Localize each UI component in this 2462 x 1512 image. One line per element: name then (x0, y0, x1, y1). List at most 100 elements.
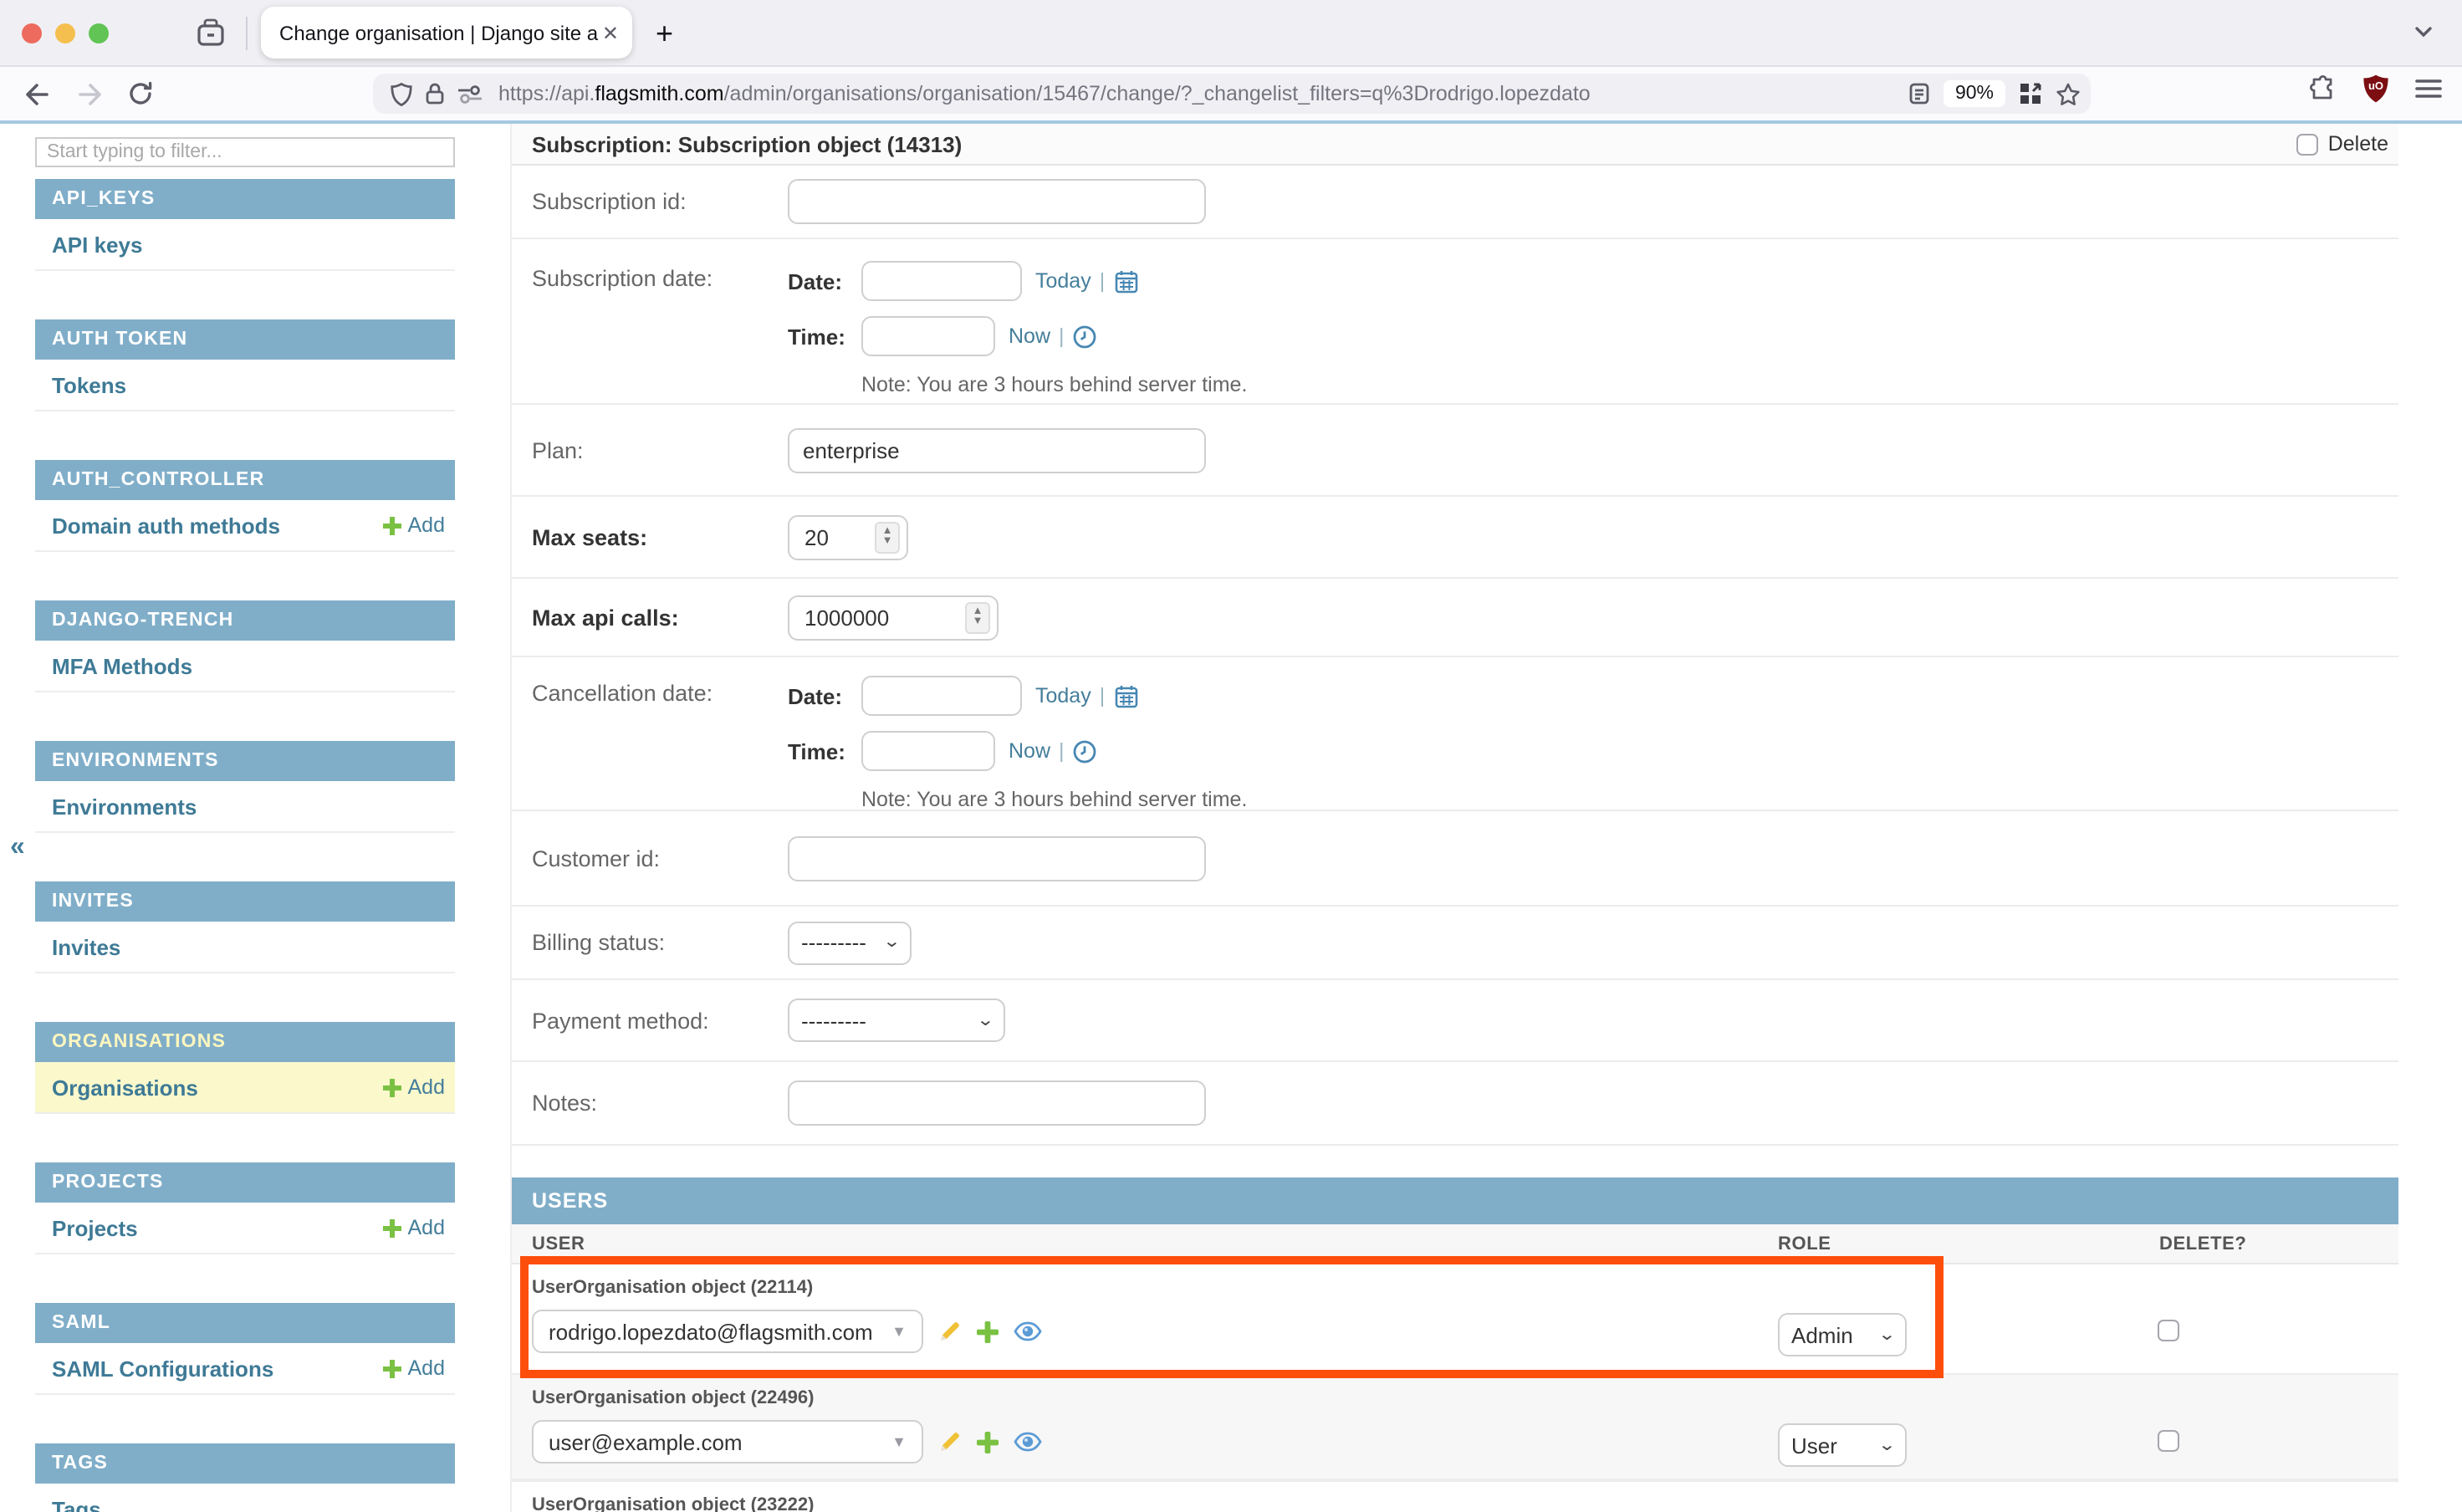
ublock-origin-icon[interactable]: uO (2362, 74, 2390, 104)
sidebar-item-invites[interactable]: Invites (35, 922, 455, 973)
section-header: TAGS (35, 1443, 455, 1484)
inline-object-header: Subscription: Subscription object (14313… (512, 124, 2398, 166)
sidebar-item-saml-configurations[interactable]: SAML Configurations Add (35, 1343, 455, 1395)
sidebar-item-mfa-methods[interactable]: MFA Methods (35, 641, 455, 692)
calendar-icon[interactable] (1113, 683, 1138, 708)
user-select[interactable]: user@example.com▼ (532, 1420, 923, 1463)
chevron-down-icon: ⌄ (1877, 1326, 1896, 1344)
add-link[interactable]: Add (383, 1216, 446, 1239)
sidebar-item-organisations[interactable]: Organisations Add (35, 1062, 455, 1114)
url-bar[interactable]: https://api.flagsmith.com/admin/organisa… (373, 74, 2091, 114)
sidebar-item-tokens[interactable]: Tokens (35, 360, 455, 411)
user-select[interactable]: rodrigo.lopezdato@flagsmith.com▼ (532, 1310, 923, 1353)
section-environments: ENVIRONMENTS Environments (35, 741, 455, 833)
section-header: SAML (35, 1303, 455, 1343)
menu-hamburger-icon[interactable] (2415, 77, 2442, 100)
section-header: ENVIRONMENTS (35, 741, 455, 781)
column-header-delete: DELETE? (2159, 1234, 2246, 1254)
fullscreen-icon[interactable] (2019, 82, 2042, 105)
payment-method-select[interactable]: ---------⌄ (788, 999, 1005, 1042)
add-related-plus-icon[interactable] (977, 1431, 999, 1453)
field-row-cancellation-date: Cancellation date: Date: Today| Time: No… (512, 657, 2398, 811)
list-all-tabs-icon[interactable] (2412, 20, 2435, 43)
reader-mode-icon[interactable] (1908, 82, 1930, 105)
sidebar-filter-input[interactable] (35, 137, 455, 167)
users-inline-module: USERS USER ROLE DELETE? UserOrganisation… (512, 1177, 2398, 1512)
today-link[interactable]: Today (1035, 684, 1091, 707)
delete-subscription-checkbox[interactable] (2296, 133, 2318, 155)
sidebar-item-api-keys[interactable]: API keys (35, 219, 455, 271)
tab-close-icon[interactable]: ✕ (599, 21, 622, 44)
new-tab-button[interactable]: + (656, 18, 673, 48)
add-link[interactable]: Add (383, 1075, 446, 1099)
reload-icon[interactable] (127, 80, 154, 107)
field-row-max-seats: Max seats: 20 ▲▼ (512, 497, 2398, 579)
sidebar-item-domain-auth-methods[interactable]: Domain auth methods Add (35, 500, 455, 552)
section-header: AUTH TOKEN (35, 319, 455, 360)
bookmark-star-icon[interactable] (2056, 81, 2081, 106)
edit-related-pencil-icon[interactable] (938, 1320, 962, 1343)
view-related-eye-icon[interactable] (1014, 1432, 1042, 1452)
chevron-down-icon: ⌄ (976, 1011, 994, 1029)
dropdown-triangle-icon: ▼ (891, 1323, 907, 1340)
admin-sidebar: API_KEYS API keys AUTH TOKEN Tokens AUTH… (35, 124, 455, 1512)
customer-id-input[interactable] (788, 835, 1206, 881)
active-tab[interactable]: Change organisation | Django site ad ✕ (261, 7, 632, 59)
subscription-date-input[interactable] (861, 261, 1022, 301)
extensions-puzzle-icon[interactable] (2310, 75, 2337, 102)
back-icon[interactable] (23, 79, 52, 108)
subscription-id-input[interactable] (788, 179, 1206, 224)
max-seats-stepper[interactable]: 20 ▲▼ (788, 514, 908, 559)
delete-label: Delete (2328, 132, 2388, 156)
zoom-window-button[interactable] (89, 23, 109, 43)
server-time-note: Note: You are 3 hours behind server time… (861, 788, 1247, 811)
minimize-window-button[interactable] (55, 23, 75, 43)
add-related-plus-icon[interactable] (977, 1320, 999, 1342)
role-select[interactable]: User⌄ (1778, 1423, 1907, 1467)
calendar-icon[interactable] (1113, 268, 1138, 294)
user-organisation-object-label: UserOrganisation object (22496) (532, 1388, 2398, 1408)
tracking-protection-shield-icon[interactable] (390, 81, 413, 106)
section-tags: TAGS Tags (35, 1443, 455, 1512)
billing-status-select[interactable]: ---------⌄ (788, 921, 912, 964)
permissions-icon[interactable] (457, 84, 483, 104)
clock-icon[interactable] (1073, 738, 1098, 764)
sidebar-collapse-icon[interactable]: « (10, 833, 25, 863)
plan-input[interactable] (788, 427, 1206, 472)
lock-icon[interactable] (425, 82, 445, 105)
clock-icon[interactable] (1073, 324, 1098, 349)
cancellation-time-input[interactable] (861, 731, 995, 771)
notes-input[interactable] (788, 1080, 1206, 1126)
section-header: INVITES (35, 881, 455, 922)
section-django-trench: DJANGO-TRENCH MFA Methods (35, 600, 455, 692)
forward-icon[interactable] (75, 79, 104, 108)
section-api-keys: API_KEYS API keys (35, 179, 455, 271)
edit-related-pencil-icon[interactable] (938, 1430, 962, 1453)
user-row-22496: UserOrganisation object (22496) user@exa… (512, 1373, 2398, 1480)
today-link[interactable]: Today (1035, 269, 1091, 293)
add-link[interactable]: Add (383, 1356, 446, 1380)
view-related-eye-icon[interactable] (1014, 1321, 1042, 1341)
firefox-view-icon[interactable] (196, 18, 226, 48)
sidebar-item-tags[interactable]: Tags (35, 1484, 455, 1512)
number-stepper-icon[interactable]: ▲▼ (875, 521, 900, 553)
add-link[interactable]: Add (383, 513, 446, 537)
delete-row-checkbox[interactable] (2158, 1430, 2179, 1452)
now-link[interactable]: Now (1009, 739, 1050, 763)
role-select[interactable]: Admin⌄ (1778, 1313, 1907, 1356)
field-row-plan: Plan: (512, 405, 2398, 497)
section-header: PROJECTS (35, 1162, 455, 1203)
sidebar-item-projects[interactable]: Projects Add (35, 1203, 455, 1254)
subscription-time-input[interactable] (861, 316, 995, 356)
cancellation-date-input[interactable] (861, 676, 1022, 716)
number-stepper-icon[interactable]: ▲▼ (965, 601, 990, 633)
delete-row-checkbox[interactable] (2158, 1320, 2179, 1341)
max-api-calls-stepper[interactable]: 1000000 ▲▼ (788, 595, 999, 640)
zoom-level-button[interactable]: 90% (1944, 80, 2005, 107)
section-header: ORGANISATIONS (35, 1022, 455, 1062)
section-saml: SAML SAML Configurations Add (35, 1303, 455, 1395)
close-window-button[interactable] (22, 23, 42, 43)
sidebar-item-environments[interactable]: Environments (35, 781, 455, 833)
now-link[interactable]: Now (1009, 324, 1050, 348)
section-auth-token: AUTH TOKEN Tokens (35, 319, 455, 411)
